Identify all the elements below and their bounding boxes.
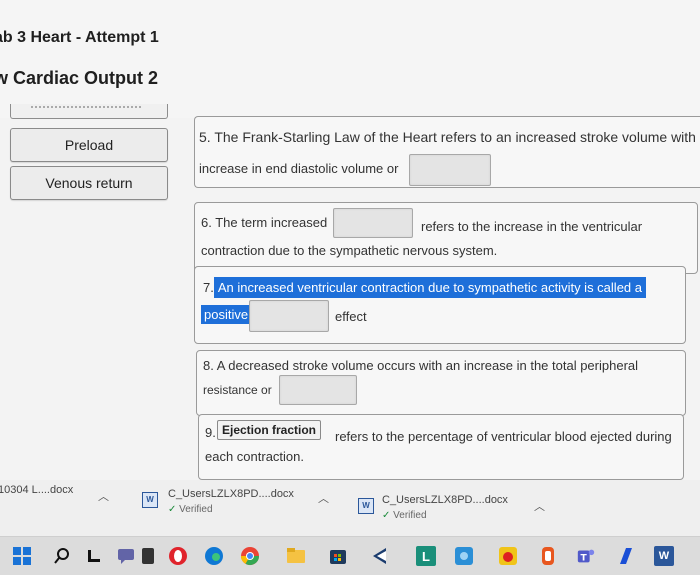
pdf-icon[interactable] (370, 546, 390, 566)
question-5: 5. The Frank-Starling Law of the Heart r… (194, 116, 700, 188)
chat-icon[interactable] (116, 546, 136, 566)
download-filename: 10304 L....docx (0, 484, 74, 496)
taskbar: L T W (0, 536, 700, 575)
download-status: ✓ Verified (168, 504, 213, 515)
chevron-up-icon[interactable]: ︿ (98, 488, 109, 504)
q9-text-line1: refers to the percentage of ventricular … (335, 429, 672, 444)
q8-answer-drop-zone[interactable] (279, 375, 357, 405)
windows-start-icon[interactable] (12, 546, 32, 566)
q6-text-before: 6. The term increased (201, 215, 328, 230)
office-icon[interactable] (538, 546, 558, 566)
download-bar: 10304 L....docx ︿ W C_UsersLZLX8PD....do… (0, 480, 700, 536)
word-doc-icon: W (142, 492, 158, 508)
app-blue-icon[interactable] (454, 546, 474, 566)
q8-text-before-box: resistance or (203, 383, 272, 397)
word-icon[interactable]: W (654, 546, 674, 566)
q7-number: 7. (203, 280, 214, 295)
question-7: 7. An increased ventricular contraction d… (194, 266, 686, 344)
download-item-3[interactable]: W C_UsersLZLX8PD....docx ✓ Verified ︿ (356, 484, 556, 528)
question-title: w Cardiac Output 2 (0, 68, 159, 88)
check-icon: ✓ (382, 510, 391, 521)
app-icon-dark[interactable] (138, 546, 158, 566)
word-bank-item-preload[interactable]: Preload (10, 128, 168, 162)
file-explorer-icon[interactable] (286, 546, 306, 566)
check-icon: ✓ (168, 504, 177, 515)
q8-text-line1: 8. A decreased stroke volume occurs with… (203, 358, 639, 373)
word-bank-partial-item[interactable] (10, 104, 168, 119)
chevron-up-icon[interactable]: ︿ (534, 498, 545, 514)
download-filename: C_UsersLZLX8PD....docx (382, 494, 508, 506)
q6-text-line2: contraction due to the sympathetic nervo… (201, 243, 498, 258)
q6-answer-drop-zone[interactable] (333, 208, 413, 238)
store-icon[interactable] (328, 546, 348, 566)
download-item-1[interactable]: 10304 L....docx ︿ (0, 484, 110, 528)
q7-text-after-box: effect (335, 309, 367, 324)
q7-text-before-box: positive (201, 305, 252, 324)
q5-text-line1: 5. The Frank-Starling Law of the Heart r… (199, 129, 700, 145)
search-icon[interactable] (52, 546, 72, 566)
question-6: 6. The term increased refers to the incr… (194, 202, 698, 274)
q5-answer-drop-zone[interactable] (409, 154, 491, 186)
edge-icon[interactable] (204, 546, 224, 566)
chrome-icon[interactable] (240, 546, 260, 566)
download-status-text: Verified (179, 504, 213, 515)
app-yellow-icon[interactable] (498, 546, 518, 566)
task-view-icon[interactable] (84, 546, 104, 566)
download-item-2[interactable]: W C_UsersLZLX8PD....docx ✓ Verified ︿ (140, 484, 340, 528)
q7-answer-drop-zone[interactable] (249, 300, 329, 332)
opera-icon[interactable] (168, 546, 188, 566)
assignment-title: ab 3 Heart - Attempt 1 (0, 29, 159, 46)
svg-text:T: T (581, 554, 588, 564)
download-filename: C_UsersLZLX8PD....docx (168, 488, 294, 500)
q7-highlighted-text: An increased ventricular contraction due… (213, 277, 646, 298)
download-status: ✓ Verified (382, 510, 427, 521)
teams-icon[interactable]: T (576, 546, 596, 566)
q9-number: 9. (205, 425, 216, 440)
question-area: Preload Venous return 5. The Frank-Starl… (0, 96, 700, 480)
app-l-icon[interactable]: L (416, 546, 436, 566)
q9-text-line2: each contraction. (205, 449, 305, 464)
app-d-icon[interactable] (616, 546, 636, 566)
question-9: 9. Ejection fraction refers to the perce… (198, 414, 684, 480)
q5-text-line2: increase in end diastolic volume or (199, 161, 399, 176)
question-8: 8. A decreased stroke volume occurs with… (196, 350, 686, 416)
q6-text-after: refers to the increase in the ventricula… (421, 219, 643, 234)
chevron-up-icon[interactable]: ︿ (318, 490, 329, 506)
word-bank-item-venous-return[interactable]: Venous return (10, 166, 168, 200)
q9-filled-answer[interactable]: Ejection fraction (217, 420, 322, 440)
download-status-text: Verified (393, 510, 427, 521)
word-doc-icon: W (358, 498, 374, 514)
q7-text-line1: 7. An increased ventricular contraction d… (201, 277, 650, 298)
